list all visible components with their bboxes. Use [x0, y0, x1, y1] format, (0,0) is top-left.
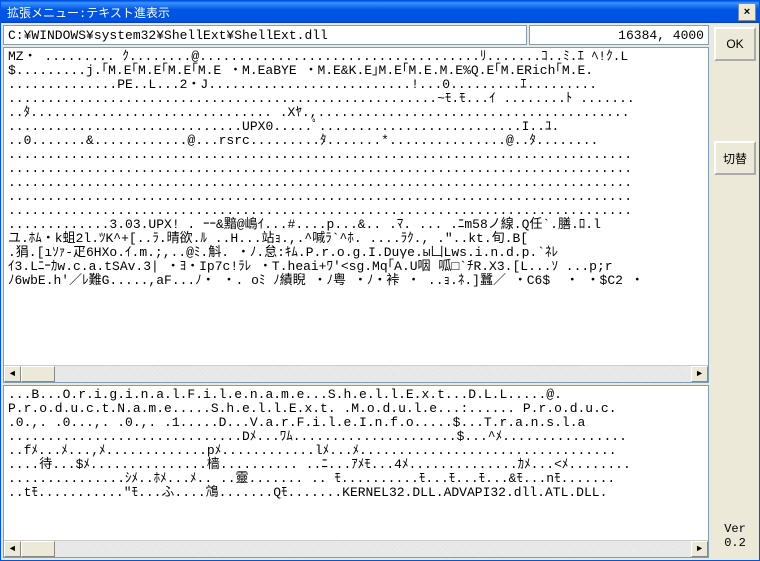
scroll-thumb[interactable]: [21, 366, 55, 382]
scroll-right-icon[interactable]: ►: [691, 541, 708, 557]
version-label: Ver 0.2: [724, 522, 746, 550]
size-display: [529, 25, 709, 45]
scroll-right-icon[interactable]: ►: [691, 366, 708, 382]
pane1-content: MZ・ ......... ｸ........@................…: [4, 48, 708, 365]
hex-text-pane-2[interactable]: ...B...O.r.i.g.i.n.a.l.F.i.l.e.n.a.m.e..…: [3, 385, 709, 558]
hex-text-pane-1[interactable]: MZ・ ......... ｸ........@................…: [3, 47, 709, 383]
scroll-left-icon[interactable]: ◄: [4, 366, 21, 382]
pane2-hscroll[interactable]: ◄ ►: [4, 540, 708, 557]
window-title: 拡張メニュー:テキスト進表示: [7, 4, 738, 21]
pane1-hscroll[interactable]: ◄ ►: [4, 365, 708, 382]
scroll-track[interactable]: [21, 541, 691, 557]
close-button[interactable]: ×: [738, 3, 756, 21]
scroll-left-icon[interactable]: ◄: [4, 541, 21, 557]
scroll-track[interactable]: [21, 366, 691, 382]
scroll-thumb[interactable]: [21, 541, 55, 557]
ok-button[interactable]: OK: [714, 27, 756, 61]
path-input[interactable]: [3, 25, 527, 45]
titlebar: 拡張メニュー:テキスト進表示 ×: [1, 1, 759, 23]
pane2-content: ...B...O.r.i.g.i.n.a.l.F.i.l.e.n.a.m.e..…: [4, 386, 708, 540]
switch-button[interactable]: 切替: [714, 141, 756, 175]
